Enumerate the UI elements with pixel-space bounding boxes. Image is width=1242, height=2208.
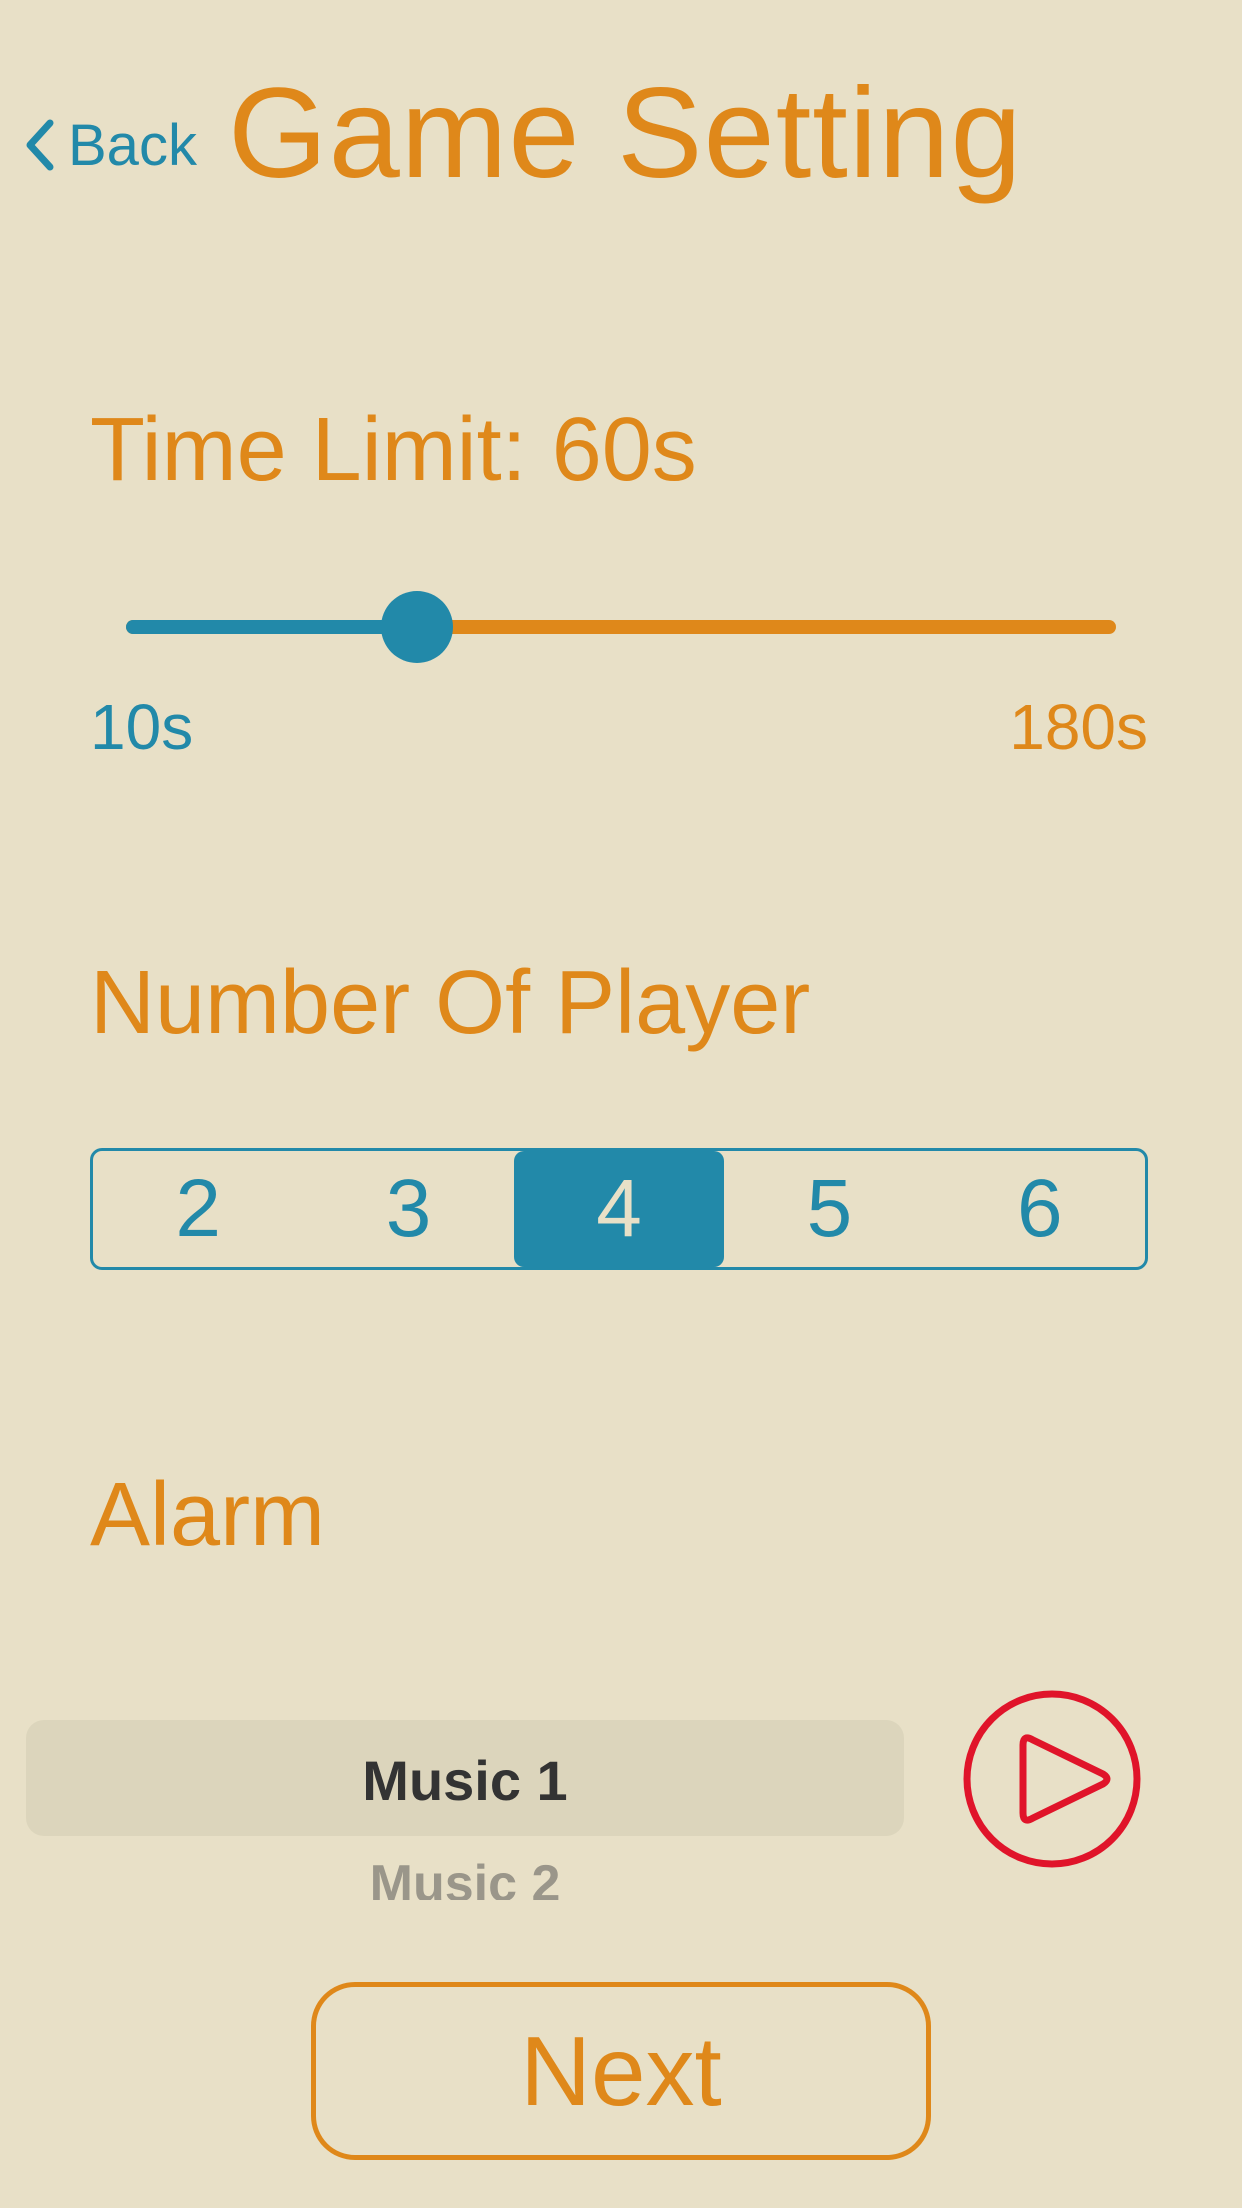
player-count-segmented-control[interactable]: 2 3 4 5 6	[90, 1148, 1148, 1270]
segment-option[interactable]: 2	[93, 1151, 303, 1267]
chevron-left-icon	[26, 119, 54, 171]
play-button[interactable]	[963, 1690, 1141, 1868]
play-icon	[963, 1690, 1141, 1868]
picker-option-selected[interactable]: Music 1	[26, 1748, 904, 1813]
back-button[interactable]: Back	[22, 110, 197, 180]
segment-option[interactable]: 4	[513, 1151, 725, 1267]
slider-thumb[interactable]	[381, 591, 453, 663]
time-limit-title: Time Limit: 60s	[90, 400, 697, 500]
alarm-picker[interactable]: Music 1 Music 2	[26, 1720, 904, 1900]
alarm-title: Alarm	[90, 1465, 326, 1565]
time-limit-slider[interactable]	[126, 591, 1116, 663]
players-title: Number Of Player	[90, 953, 811, 1053]
segment-option[interactable]: 5	[724, 1151, 934, 1267]
picker-option-next[interactable]: Music 2	[26, 1854, 904, 1900]
back-label: Back	[68, 112, 197, 178]
next-button[interactable]: Next	[311, 1982, 931, 2160]
page-title: Game Setting	[228, 62, 1023, 205]
segment-option[interactable]: 3	[303, 1151, 513, 1267]
slider-fill	[126, 620, 417, 634]
slider-min-label: 10s	[90, 691, 194, 763]
segment-option[interactable]: 6	[935, 1151, 1145, 1267]
slider-max-label: 180s	[1009, 691, 1148, 763]
